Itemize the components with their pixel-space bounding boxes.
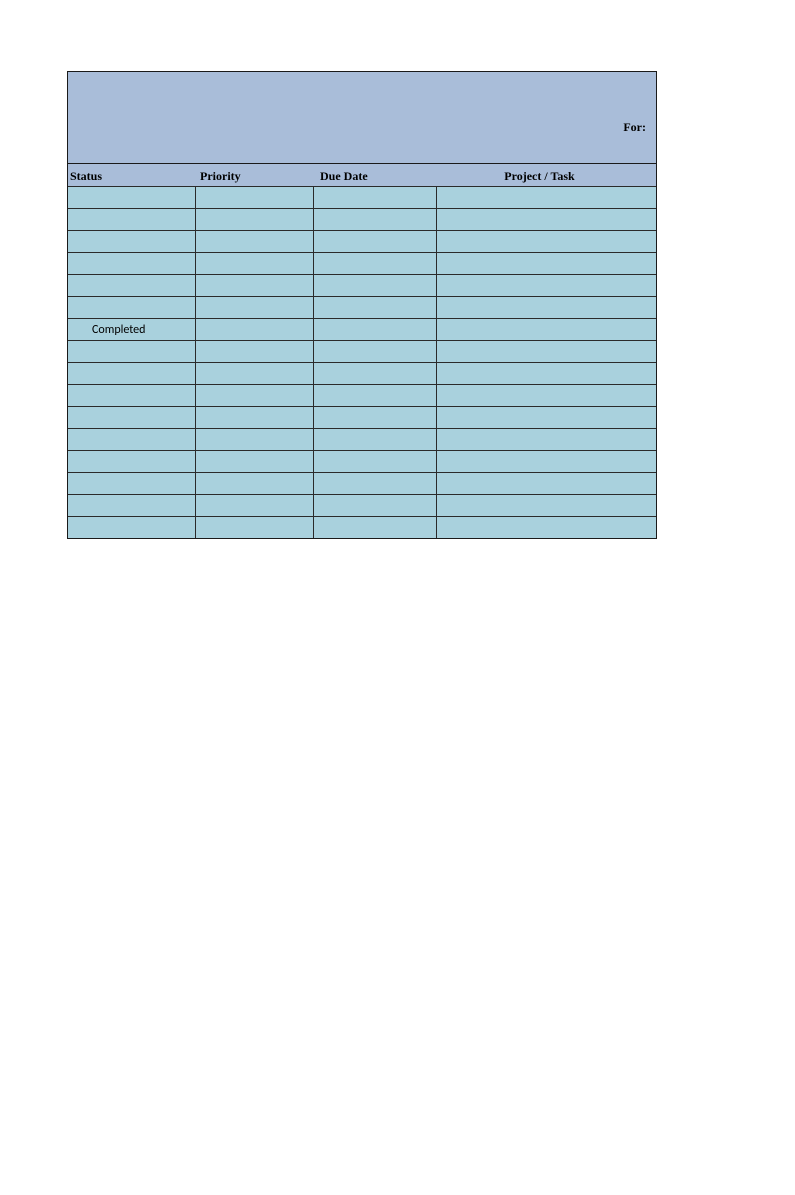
cell-priority[interactable] (196, 428, 314, 450)
cell-project-task[interactable] (437, 296, 656, 318)
cell-priority[interactable] (196, 230, 314, 252)
cell-project-task[interactable] (437, 208, 656, 230)
table-row (68, 186, 656, 208)
cell-due-date[interactable] (314, 384, 437, 406)
cell-priority[interactable] (196, 274, 314, 296)
cell-priority[interactable] (196, 296, 314, 318)
cell-project-task[interactable] (437, 252, 656, 274)
cell-priority[interactable] (196, 318, 314, 340)
column-header-due-date: Due Date (318, 169, 443, 184)
cell-project-task[interactable] (437, 362, 656, 384)
cell-due-date[interactable] (314, 318, 437, 340)
cell-due-date[interactable] (314, 362, 437, 384)
task-table-container: For: Status Priority Due Date Project / … (67, 71, 657, 539)
cell-priority[interactable] (196, 472, 314, 494)
cell-status[interactable] (68, 494, 196, 516)
cell-status[interactable] (68, 186, 196, 208)
table-row (68, 362, 656, 384)
cell-priority[interactable] (196, 362, 314, 384)
cell-status[interactable] (68, 274, 196, 296)
table-row (68, 230, 656, 252)
table-row (68, 516, 656, 538)
for-label: For: (623, 120, 646, 135)
cell-status[interactable] (68, 450, 196, 472)
cell-due-date[interactable] (314, 340, 437, 362)
table-row (68, 296, 656, 318)
cell-priority[interactable] (196, 450, 314, 472)
cell-due-date[interactable] (314, 230, 437, 252)
cell-priority[interactable] (196, 516, 314, 538)
cell-status[interactable] (68, 230, 196, 252)
header-block: For: (68, 72, 656, 164)
cell-status[interactable] (68, 472, 196, 494)
column-header-status: Status (68, 169, 198, 184)
column-header-priority: Priority (198, 169, 318, 184)
cell-due-date[interactable] (314, 516, 437, 538)
cell-priority[interactable] (196, 252, 314, 274)
cell-status[interactable] (68, 516, 196, 538)
cell-project-task[interactable] (437, 428, 656, 450)
cell-due-date[interactable] (314, 406, 437, 428)
table-row (68, 208, 656, 230)
cell-status[interactable] (68, 296, 196, 318)
cell-due-date[interactable] (314, 296, 437, 318)
cell-due-date[interactable] (314, 472, 437, 494)
cell-due-date[interactable] (314, 494, 437, 516)
table-body: Completed (68, 186, 656, 538)
cell-priority[interactable] (196, 494, 314, 516)
cell-due-date[interactable] (314, 450, 437, 472)
table-row (68, 274, 656, 296)
cell-project-task[interactable] (437, 494, 656, 516)
cell-due-date[interactable] (314, 252, 437, 274)
cell-project-task[interactable] (437, 384, 656, 406)
cell-priority[interactable] (196, 340, 314, 362)
column-header-project-task: Project / Task (443, 169, 656, 184)
cell-priority[interactable] (196, 186, 314, 208)
cell-status[interactable] (68, 384, 196, 406)
cell-project-task[interactable] (437, 516, 656, 538)
cell-status[interactable] (68, 208, 196, 230)
table-row (68, 494, 656, 516)
cell-project-task[interactable] (437, 186, 656, 208)
table-row (68, 252, 656, 274)
cell-project-task[interactable] (437, 318, 656, 340)
cell-status[interactable] (68, 340, 196, 362)
cell-project-task[interactable] (437, 450, 656, 472)
cell-due-date[interactable] (314, 428, 437, 450)
cell-status[interactable] (68, 406, 196, 428)
cell-project-task[interactable] (437, 406, 656, 428)
table-row (68, 472, 656, 494)
table-row (68, 450, 656, 472)
cell-priority[interactable] (196, 406, 314, 428)
cell-due-date[interactable] (314, 186, 437, 208)
table-row (68, 384, 656, 406)
table-row (68, 428, 656, 450)
cell-due-date[interactable] (314, 274, 437, 296)
cell-status[interactable] (68, 252, 196, 274)
cell-priority[interactable] (196, 208, 314, 230)
cell-priority[interactable] (196, 384, 314, 406)
table-row (68, 340, 656, 362)
column-headers: Status Priority Due Date Project / Task (68, 164, 656, 186)
cell-project-task[interactable] (437, 472, 656, 494)
table-row (68, 406, 656, 428)
cell-due-date[interactable] (314, 208, 437, 230)
cell-project-task[interactable] (437, 274, 656, 296)
table-row: Completed (68, 318, 656, 340)
cell-status[interactable] (68, 428, 196, 450)
cell-project-task[interactable] (437, 340, 656, 362)
cell-project-task[interactable] (437, 230, 656, 252)
cell-status[interactable] (68, 362, 196, 384)
cell-status[interactable]: Completed (68, 318, 196, 340)
